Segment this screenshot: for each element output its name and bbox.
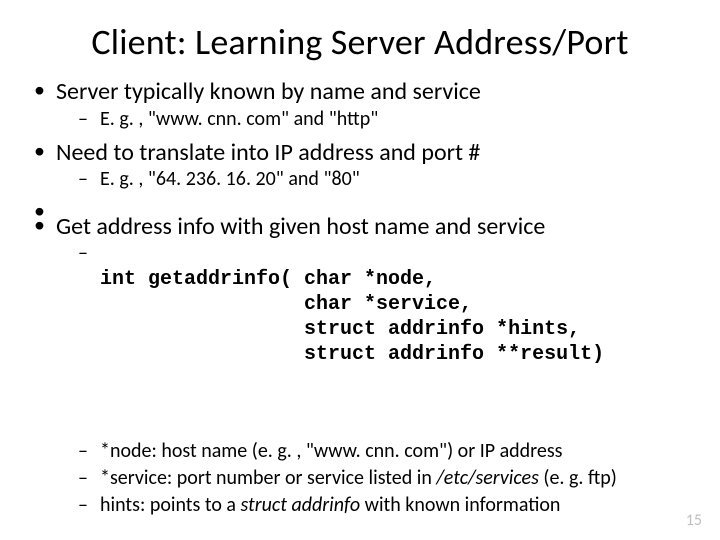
slide-title: Client: Learning Server Address/Port <box>30 22 690 63</box>
param-node-text: *node: host name (e. g. , "www. cnn. com… <box>100 439 563 463</box>
param-hints-a: hints: points to a <box>100 493 241 517</box>
bullet-2: Need to translate into IP address and po… <box>30 138 690 192</box>
slide: Client: Learning Server Address/Port Ser… <box>0 0 720 540</box>
code-line-2: char *service, <box>100 292 690 317</box>
code-block-item: int getaddrinfo( char *node, char *servi… <box>78 241 690 419</box>
param-hints: hints: points to a struct addrinfo with … <box>78 493 690 518</box>
param-service: *service: port number or service listed … <box>78 466 690 491</box>
bullet-3: Get address info with given host name an… <box>30 212 690 518</box>
param-node: *node: host name (e. g. , "www. cnn. com… <box>78 439 690 464</box>
param-hints-c: with known information <box>360 493 560 517</box>
bullet-1-sub-1: E. g. , "www. cnn. com" and "http" <box>78 107 690 132</box>
code-line-1: int getaddrinfo( char *node, <box>100 267 690 292</box>
param-service-a: *service: port number or service listed … <box>100 466 436 490</box>
bullet-2-sub-1: E. g. , "64. 236. 16. 20" and "80" <box>78 167 690 192</box>
bullet-3-params: *node: host name (e. g. , "www. cnn. com… <box>56 439 690 518</box>
bullet-2-sub: E. g. , "64. 236. 16. 20" and "80" <box>56 167 690 192</box>
page-number: 15 <box>686 511 702 530</box>
code-block: int getaddrinfo( char *node, char *servi… <box>100 267 690 418</box>
bullet-1: Server typically known by name and servi… <box>30 77 690 131</box>
bullet-3-text: Get address info with given host name an… <box>56 212 545 241</box>
bullet-3-sub: int getaddrinfo( char *node, char *servi… <box>56 241 690 419</box>
spacer <box>30 198 690 212</box>
code-line-4: struct addrinfo **result) <box>100 342 690 367</box>
param-hints-struct: struct addrinfo <box>241 493 361 517</box>
param-service-path: /etc/services <box>436 466 538 490</box>
bullet-2-text: Need to translate into IP address and po… <box>56 138 480 167</box>
bullet-list: Server typically known by name and servi… <box>30 77 690 518</box>
param-service-c: (e. g. ftp) <box>539 466 617 490</box>
code-line-3: struct addrinfo *hints, <box>100 317 690 342</box>
spacer-2 <box>56 425 690 439</box>
bullet-1-text: Server typically known by name and servi… <box>56 77 481 106</box>
bullet-1-sub: E. g. , "www. cnn. com" and "http" <box>56 107 690 132</box>
